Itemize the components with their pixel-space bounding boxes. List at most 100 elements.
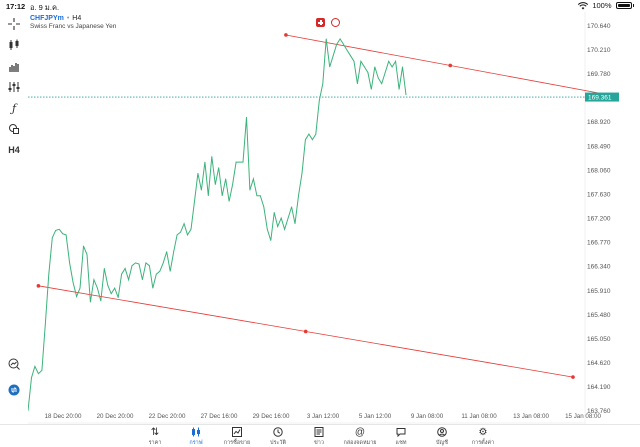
price-point <box>294 223 296 225</box>
price-point <box>350 55 351 57</box>
price-chart[interactable]: 170.640170.210169.780169.350168.920168.4… <box>28 12 640 424</box>
bar-chart-icon[interactable] <box>5 58 23 74</box>
price-point <box>343 44 344 45</box>
price-point <box>152 287 154 289</box>
price-line <box>28 37 407 411</box>
wifi-icon <box>578 1 589 9</box>
price-point <box>169 270 171 272</box>
price-tick-label: 168.060 <box>587 167 611 174</box>
price-point <box>135 262 136 264</box>
trendline-handle[interactable] <box>303 329 308 334</box>
price-point <box>381 83 383 85</box>
indicators-icon[interactable] <box>5 79 23 95</box>
price-point <box>100 300 102 302</box>
trendline-handle[interactable] <box>284 33 288 37</box>
price-point <box>318 100 320 101</box>
price-point <box>190 228 192 230</box>
function-icon[interactable]: ƒ <box>5 100 23 116</box>
price-tick-label: 164.620 <box>587 360 611 367</box>
price-point <box>249 189 251 191</box>
price-tick-label: 165.050 <box>587 336 611 343</box>
status-time: 17:12 <box>6 2 26 11</box>
price-point <box>180 231 181 233</box>
chart-area[interactable]: CHFJPYm • H4 Swiss Franc vs Japanese Yen… <box>28 12 640 424</box>
price-point <box>51 237 53 239</box>
tab-history-label: ประวัติ <box>269 440 287 446</box>
price-point <box>142 279 143 281</box>
price-tick-label: 164.190 <box>587 384 611 391</box>
time-tick-label: 9 Jan 08:00 <box>411 413 444 420</box>
time-tick-label: 22 Dec 20:00 <box>149 413 186 420</box>
price-point <box>277 226 279 227</box>
price-point <box>114 287 116 289</box>
price-point <box>228 200 230 202</box>
price-point <box>242 161 244 163</box>
trendline-handle[interactable] <box>448 63 453 68</box>
price-point <box>41 369 43 371</box>
price-point <box>353 60 355 62</box>
price-point <box>253 178 254 180</box>
price-point <box>332 55 334 57</box>
price-point <box>325 38 327 40</box>
price-point <box>204 161 206 163</box>
price-point <box>218 167 220 169</box>
price-point <box>173 251 175 253</box>
price-tick-label: 170.210 <box>587 47 611 54</box>
price-point <box>311 139 313 141</box>
price-point <box>38 373 39 375</box>
price-point <box>162 262 164 264</box>
price-point <box>55 229 57 231</box>
price-point <box>263 206 265 208</box>
price-point <box>391 66 393 68</box>
objects-icon[interactable] <box>5 121 23 137</box>
one-click-trading-icon[interactable] <box>5 382 23 398</box>
price-point <box>370 88 372 90</box>
zoom-icon[interactable] <box>5 356 23 372</box>
price-point <box>93 279 95 281</box>
price-point <box>308 133 310 135</box>
price-point <box>148 265 150 267</box>
candles-icon[interactable] <box>5 37 23 53</box>
time-tick-label: 13 Jan 08:00 <box>513 413 549 420</box>
price-point <box>266 228 268 230</box>
price-point <box>357 83 358 85</box>
time-axis: 18 Dec 20:00 20 Dec 20:00 22 Dec 20:00 27 D… <box>45 413 602 420</box>
price-point <box>360 60 362 62</box>
price-point <box>34 366 36 367</box>
trendline-handle[interactable] <box>36 284 41 288</box>
trendlines[interactable] <box>36 33 617 379</box>
trendline-handle[interactable] <box>571 375 575 379</box>
price-point <box>256 195 258 197</box>
price-points <box>28 38 407 412</box>
price-tick-label: 166.770 <box>587 240 611 247</box>
price-point <box>166 251 168 253</box>
price-point <box>239 161 240 163</box>
timeframe-button[interactable]: H4 <box>5 142 23 158</box>
price-tick-label: 170.640 <box>587 23 611 30</box>
price-point <box>346 49 348 51</box>
price-point <box>44 324 46 325</box>
crosshair-icon[interactable] <box>5 16 23 32</box>
tab-quotes-label: ราคา <box>148 440 162 446</box>
tab-settings[interactable]: ⚙ การตั้งค่า <box>458 427 508 447</box>
tab-news-label: ข่าว <box>314 440 324 446</box>
price-point <box>107 284 109 286</box>
price-axis: 170.640170.210169.780169.350168.920168.4… <box>587 23 611 415</box>
price-point <box>398 88 400 90</box>
price-point <box>374 66 376 68</box>
price-point <box>363 66 365 68</box>
price-point <box>86 254 88 255</box>
price-point <box>90 301 91 303</box>
time-tick-label: 20 Dec 20:00 <box>97 413 134 420</box>
tab-settings-label: การตั้งค่า <box>471 440 495 446</box>
price-point <box>388 60 390 62</box>
tab-trade-label: การซื้อขาย <box>223 440 251 446</box>
price-point <box>110 293 112 295</box>
price-point <box>155 273 157 275</box>
settings-icon: ⚙ <box>478 427 488 438</box>
chart-toolbar: ƒ H4 <box>0 12 28 424</box>
price-point <box>124 268 126 269</box>
price-point <box>176 234 178 236</box>
price-point <box>76 296 77 297</box>
price-point <box>329 66 331 68</box>
